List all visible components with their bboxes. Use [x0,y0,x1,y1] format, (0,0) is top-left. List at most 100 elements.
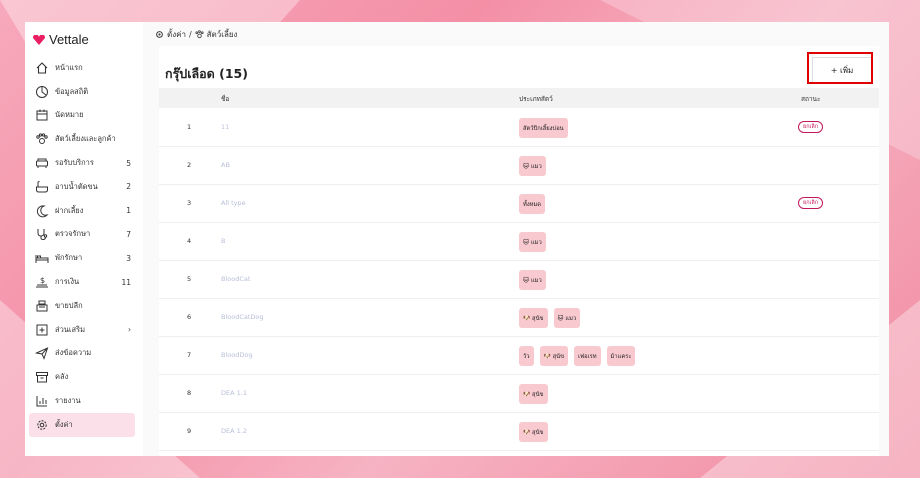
sidebar-item-label: ขายปลีก [55,300,83,310]
sidebar-item-3[interactable]: สัตว์เลี้ยงและลูกค้า [29,127,135,151]
bed-icon [35,251,49,265]
table-row[interactable]: 5 BloodCat 🐱 แมว [159,260,879,299]
row-name[interactable]: AB [221,161,230,169]
category-chip: ม้าแคระ [606,346,636,366]
category-chip: 🐱 แมว [553,308,581,328]
row-number: 2 [187,161,192,169]
sidebar-item-14[interactable]: รายงาน [29,389,135,413]
category-chip: วัว [519,346,534,366]
sidebar-item-5[interactable]: อาบน้ำตัดขน 2 [29,175,135,199]
sidebar-item-label: คลัง [55,372,69,382]
row-name[interactable]: DEA 1.1 [221,389,247,397]
sidebar-item-count: 2 [126,182,131,192]
row-name[interactable]: BloodCat [221,275,250,283]
archive-icon [35,370,49,384]
chart-icon [35,394,49,408]
blood-group-card: กรุ๊ปเลือด (15) + เพิ่ม ชื่อ ประเภทสัตว์… [159,46,879,456]
category-chips: 🐱 แมว [519,156,546,176]
sidebar-item-11[interactable]: ส่วนเสริม › [29,318,135,342]
bath-icon [35,180,49,194]
category-chips: 🐶 สุนัข [519,384,548,404]
sidebar-item-9[interactable]: $ การเงิน 11 [29,270,135,294]
category-chips: สัตว์ปีกเลี้ยงบ่อน [519,118,568,138]
plus-box-icon [35,323,49,337]
table-row[interactable]: 1 11 สัตว์ปีกเลี้ยงบ่อน ยกเลิก [159,108,879,147]
table-row[interactable]: 9 DEA 1.2 🐶 สุนัข [159,412,879,451]
table-row[interactable]: 6 BloodCatDog 🐶 สุนัข 🐱 แมว [159,298,879,337]
category-chip: 🐶 สุนัข [519,308,548,328]
sidebar-item-8[interactable]: พักรักษา 3 [29,246,135,270]
chevron-right-icon: › [128,325,131,335]
sidebar-item-7[interactable]: ตรวจรักษา 7 [29,223,135,247]
gear-icon [156,31,163,38]
category-chip: 🐱 แมว [519,232,546,252]
sidebar-item-label: ตั้งค่า [55,419,73,429]
row-name[interactable]: BloodCatDog [221,313,264,321]
sidebar-item-label: ส่วนเสริม [55,324,86,334]
breadcrumb: ตั้งค่า / สัตว์เลี้ยง [155,28,237,41]
sidebar-item-label: ส่งข้อความ [55,348,92,358]
sidebar-item-2[interactable]: นัดหมาย [29,104,135,128]
row-number: 5 [187,275,192,283]
sidebar-item-0[interactable]: หน้าแรก [29,56,135,80]
stethoscope-icon [35,227,49,241]
table-row[interactable]: 8 DEA 1.1 🐶 สุนัข [159,374,879,413]
column-header-category[interactable]: ประเภทสัตว์ [519,94,553,104]
sidebar-item-count: 7 [126,229,131,239]
sofa-icon [35,156,49,170]
sidebar-item-4[interactable]: รอรับบริการ 5 [29,151,135,175]
table-row[interactable]: 2 AB 🐱 แมว [159,146,879,185]
breadcrumb-root[interactable]: ตั้งค่า [167,28,186,41]
row-number: 1 [187,123,192,131]
row-name[interactable]: DEA 1.2 [221,427,247,435]
stats-icon [35,85,49,99]
category-chip: 🐶 สุนัข [519,384,548,404]
table-row[interactable]: 7 BloodDog วัว 🐶 สุนัข เฟอเรท ม้าแคระ [159,336,879,375]
calendar-icon [35,108,49,122]
gear-icon [35,418,49,432]
heart-logo-icon [33,34,45,45]
table-row[interactable]: 4 B 🐱 แมว [159,222,879,261]
sidebar-item-label: อาบน้ำตัดขน [55,181,98,191]
breadcrumb-current: สัตว์เลี้ยง [206,30,238,39]
sidebar-item-label: ตรวจรักษา [55,229,91,239]
sidebar-item-label: รอรับบริการ [55,158,94,168]
sidebar-item-6[interactable]: ฝากเลี้ยง 1 [29,199,135,223]
row-number: 3 [187,199,192,207]
sidebar-item-1[interactable]: ข้อมูลสถิติ [29,80,135,104]
sidebar-item-12[interactable]: ส่งข้อความ [29,342,135,366]
logo[interactable]: Vettale [33,32,89,47]
table-row[interactable]: 3 All type ทั้งหมด ยกเลิก [159,184,879,223]
logo-text: Vettale [49,32,89,47]
sidebar-item-15[interactable]: ตั้งค่า [29,412,135,437]
sidebar-item-label: สัตว์เลี้ยงและลูกค้า [55,134,116,144]
column-header-name[interactable]: ชื่อ [221,94,229,104]
category-chip: เฟอเรท [574,346,601,366]
category-chips: 🐱 แมว [519,270,546,290]
row-name[interactable]: 11 [221,123,229,131]
sidebar-item-count: 1 [126,206,131,216]
main-content: ตั้งค่า / สัตว์เลี้ยง กรุ๊ปเลือด (15) + … [143,22,889,456]
highlight-box [807,52,873,84]
sidebar-item-label: พักรักษา [55,253,83,263]
category-chip: 🐶 สุนัข [519,422,548,442]
row-name[interactable]: All type [221,199,246,207]
sidebar-item-count: 5 [126,158,131,168]
sidebar-item-label: รายงาน [55,396,81,406]
money-icon: $ [35,275,49,289]
row-name[interactable]: BloodDog [221,351,252,359]
status-badge: ยกเลิก [798,197,824,209]
sidebar-item-label: ฝากเลี้ยง [55,205,84,215]
breadcrumb-separator: / [188,30,192,39]
category-chips: 🐱 แมว [519,232,546,252]
row-name[interactable]: B [221,237,225,245]
category-chips: วัว 🐶 สุนัข เฟอเรท ม้าแคระ [519,346,636,366]
sidebar-nav: หน้าแรก ข้อมูลสถิติ นัดหมายสัตว์เลี้ยงและล… [29,56,135,437]
category-chips: 🐶 สุนัข [519,422,548,442]
sidebar-item-count: 3 [126,253,131,263]
table-header: ชื่อ ประเภทสัตว์ สถานะ [159,88,879,108]
sidebar-item-10[interactable]: ขายปลีก [29,294,135,318]
sidebar-item-13[interactable]: คลัง [29,365,135,389]
column-header-status[interactable]: สถานะ [801,94,821,104]
category-chip: ทั้งหมด [519,194,546,214]
